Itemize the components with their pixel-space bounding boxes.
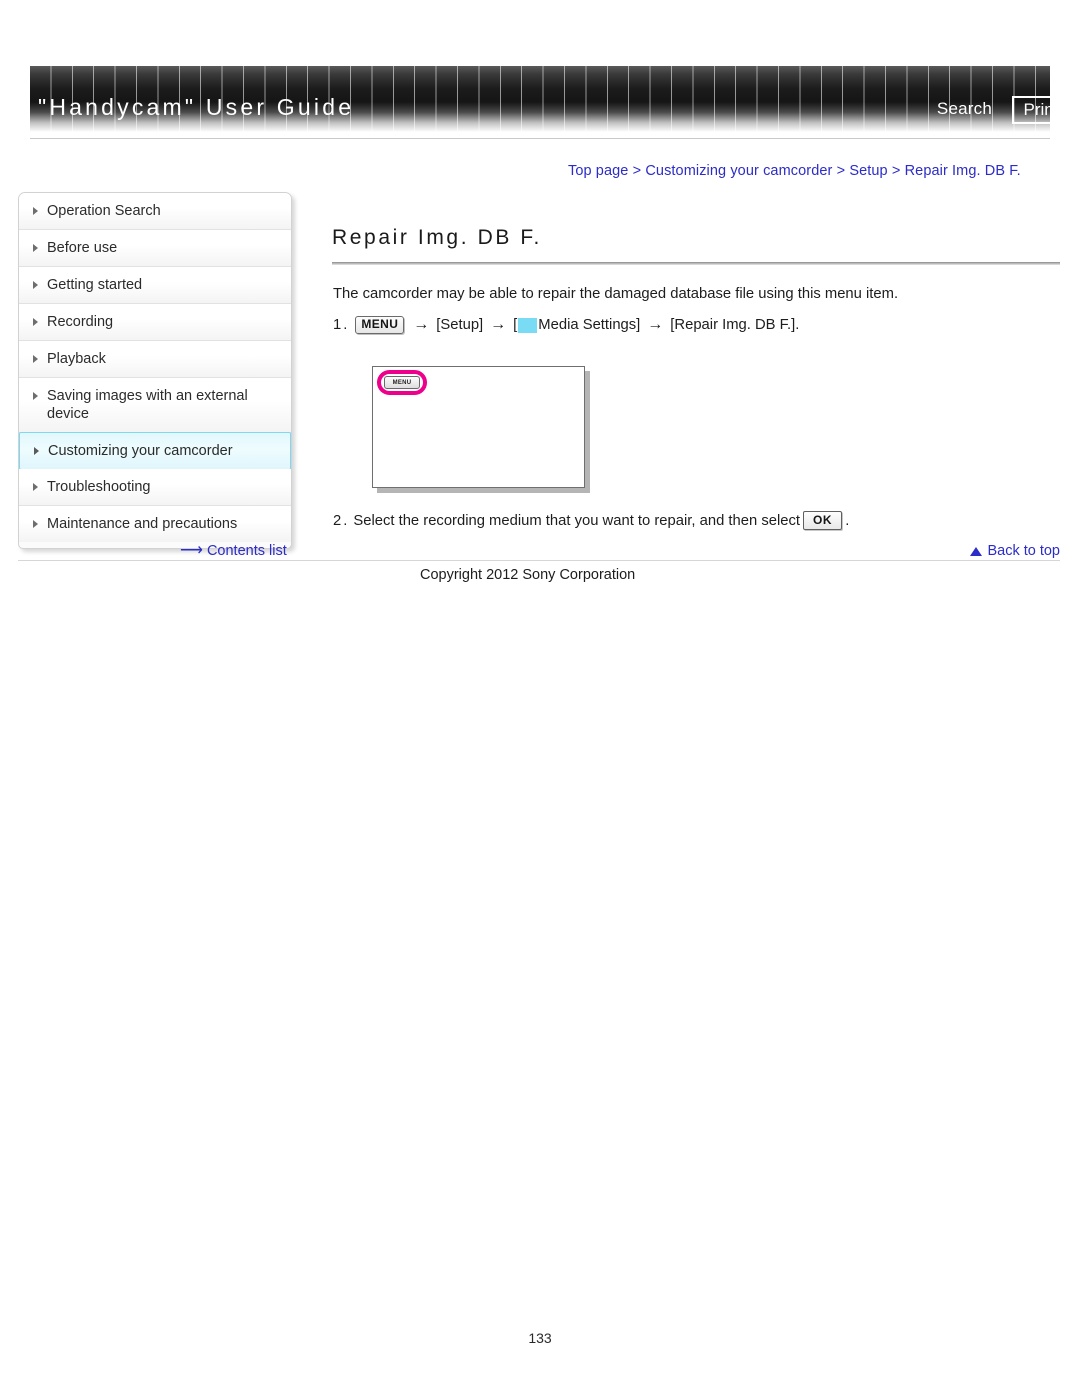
- breadcrumb-item-top-page[interactable]: Top page: [568, 163, 628, 179]
- sidebar-item-label: Before use: [47, 240, 118, 256]
- breadcrumb-item-setup[interactable]: Setup: [849, 163, 887, 179]
- sidebar-item-customizing-your-camcorder[interactable]: Customizing your camcorder: [19, 432, 291, 470]
- step-1-instruction: 1. MENU → [Setup] → [ Media Settings] → …: [333, 316, 799, 334]
- triangle-up-icon: [970, 546, 983, 556]
- triangle-bullet-icon: [33, 244, 38, 252]
- sidebar-item-label: Saving images with an external device: [47, 388, 248, 422]
- sidebar-item-operation-search[interactable]: Operation Search: [19, 193, 291, 230]
- copyright-text: Copyright 2012 Sony Corporation: [420, 567, 636, 583]
- sidebar-item-saving-images[interactable]: Saving images with an external device: [19, 378, 291, 433]
- back-to-top-label: Back to top: [987, 543, 1060, 559]
- step-1-bracket-open: [: [513, 317, 518, 333]
- contents-list-link[interactable]: ⟶ Contents list: [180, 542, 287, 560]
- triangle-bullet-icon: [33, 355, 38, 363]
- search-link[interactable]: Search: [937, 99, 992, 119]
- sidebar-item-maintenance-and-precautions[interactable]: Maintenance and precautions: [19, 506, 291, 542]
- page-title: Repair Img. DB F.: [332, 226, 542, 249]
- breadcrumb-separator: >: [836, 163, 846, 179]
- step-1-repair-label: [Repair Img. DB F.].: [670, 317, 800, 333]
- sidebar-item-label: Troubleshooting: [47, 479, 151, 495]
- print-button[interactable]: Print: [1012, 96, 1070, 124]
- sidebar-item-label: Maintenance and precautions: [47, 516, 238, 532]
- breadcrumb: Top page > Customizing your camcorder > …: [568, 163, 1021, 179]
- heading-divider: [332, 262, 1060, 265]
- sidebar-item-label: Operation Search: [47, 203, 161, 219]
- ok-button-icon: OK: [802, 511, 843, 530]
- arrow-right-icon: →: [413, 316, 430, 333]
- triangle-bullet-icon: [34, 447, 39, 455]
- step-2-text: Select the recording medium that you wan…: [353, 512, 800, 529]
- sidebar-item-label: Getting started: [47, 277, 143, 293]
- step-1-setup-label: [Setup]: [436, 317, 484, 333]
- triangle-bullet-icon: [33, 318, 38, 326]
- sidebar-item-label: Customizing your camcorder: [48, 443, 233, 459]
- sidebar-item-getting-started[interactable]: Getting started: [19, 267, 291, 304]
- step-2-instruction: 2. Select the recording medium that you …: [333, 511, 849, 530]
- header-divider: [30, 138, 1050, 139]
- breadcrumb-separator: >: [891, 163, 901, 179]
- footer-divider: [18, 560, 1060, 561]
- camcorder-screen-illustration: MENU: [372, 366, 585, 488]
- page-number: 133: [528, 1330, 552, 1346]
- breadcrumb-separator: >: [632, 163, 642, 179]
- sidebar-item-before-use[interactable]: Before use: [19, 230, 291, 267]
- sidebar-item-playback[interactable]: Playback: [19, 341, 291, 378]
- breadcrumb-item-customizing[interactable]: Customizing your camcorder: [645, 163, 832, 179]
- breadcrumb-item-current: Repair Img. DB F.: [904, 163, 1021, 179]
- sidebar-item-label: Recording: [47, 314, 114, 330]
- media-settings-swatch-icon: [518, 317, 538, 333]
- step-2-number: 2.: [333, 512, 350, 529]
- triangle-bullet-icon: [33, 483, 38, 491]
- triangle-bullet-icon: [33, 520, 38, 528]
- sidebar-item-recording[interactable]: Recording: [19, 304, 291, 341]
- step-1-number: 1.: [333, 317, 350, 333]
- arrow-right-long-icon: ⟶: [180, 542, 203, 559]
- triangle-bullet-icon: [33, 392, 38, 400]
- step-1-media-settings-label: Media Settings]: [538, 317, 641, 333]
- contents-list-label: Contents list: [206, 543, 287, 559]
- step-2-period: .: [845, 512, 850, 529]
- menu-button-icon: MENU: [355, 316, 405, 334]
- site-title: "Handycam" User Guide: [38, 94, 355, 120]
- triangle-bullet-icon: [33, 207, 38, 215]
- sidebar-nav: Operation Search Before use Getting star…: [18, 192, 292, 549]
- triangle-bullet-icon: [33, 281, 38, 289]
- sidebar-item-troubleshooting[interactable]: Troubleshooting: [19, 469, 291, 506]
- arrow-right-icon: →: [490, 316, 507, 333]
- arrow-right-icon: →: [647, 316, 664, 333]
- screen-menu-button-icon: MENU: [384, 376, 420, 389]
- back-to-top-link[interactable]: Back to top: [970, 543, 1060, 559]
- sidebar-item-label: Playback: [47, 351, 106, 367]
- intro-paragraph: The camcorder may be able to repair the …: [333, 286, 899, 302]
